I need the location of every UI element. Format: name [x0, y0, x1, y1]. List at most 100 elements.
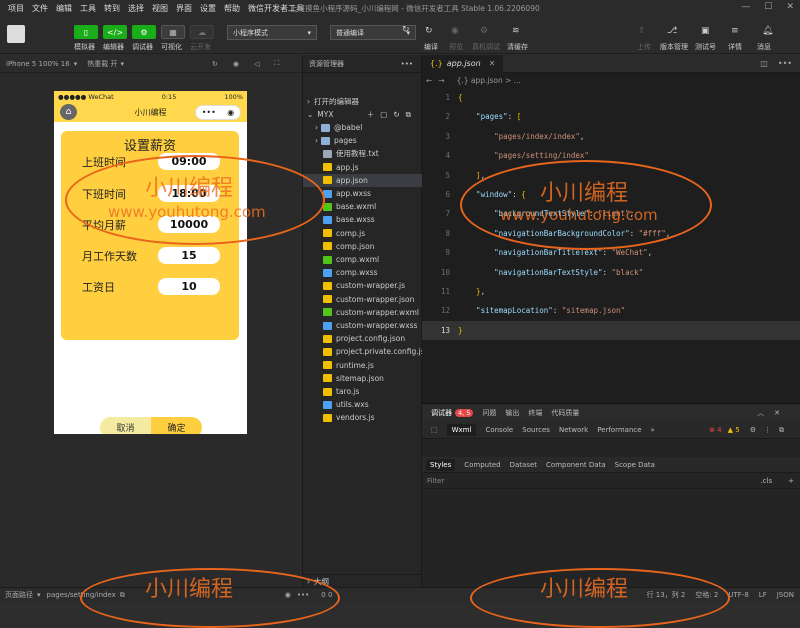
- panel-tab-network[interactable]: Network: [559, 426, 588, 434]
- menu-item[interactable]: 界面: [176, 3, 192, 14]
- inspect-icon[interactable]: ⬚: [431, 426, 438, 434]
- file-item--txt[interactable]: 使用教程.txt: [303, 147, 423, 160]
- file-item-custom-wrapper-wxml[interactable]: custom-wrapper.wxml: [303, 306, 423, 319]
- details-icon[interactable]: ≡: [731, 26, 739, 36]
- language-mode[interactable]: JSON: [777, 591, 794, 599]
- code-line[interactable]: 12 "sitemapLocation": "sitemap.json": [422, 301, 800, 320]
- breadcrumb-path[interactable]: {.} app.json > ...: [457, 76, 521, 85]
- error-count[interactable]: ⊗ 4: [709, 426, 722, 434]
- devtools-settings-icon[interactable]: ⚙⋮⧉: [750, 426, 792, 435]
- menu-item[interactable]: 视图: [152, 3, 168, 14]
- menu-item[interactable]: 帮助: [224, 3, 240, 14]
- fullscreen-icon[interactable]: ⛶: [274, 59, 279, 68]
- test-account-icon[interactable]: ▣: [701, 26, 710, 36]
- messages-label[interactable]: 消息: [757, 42, 771, 52]
- forward-icon[interactable]: →: [438, 76, 444, 85]
- compile-icon[interactable]: ↻: [425, 26, 433, 36]
- real-debug-label[interactable]: 真机调试: [472, 42, 500, 52]
- capsule-menu[interactable]: ••• ◉: [195, 105, 241, 120]
- file-item--babel[interactable]: › @babel: [303, 121, 423, 134]
- explorer-actions[interactable]: ＋▢↻⧉: [367, 109, 417, 120]
- clear-cache-label[interactable]: 清缓存: [507, 42, 528, 52]
- file-item-base-wxss[interactable]: base.wxss: [303, 213, 423, 226]
- devtools-tab[interactable]: 终端: [528, 408, 542, 418]
- volume-icon[interactable]: ◁: [254, 60, 259, 68]
- devtools-tab[interactable]: 问题: [482, 408, 496, 418]
- minimize-icon[interactable]: —: [741, 2, 750, 12]
- test-account-label[interactable]: 测试号: [695, 42, 716, 52]
- menu-item[interactable]: 设置: [200, 3, 216, 14]
- styles-subtab[interactable]: Styles: [426, 458, 456, 471]
- code-line[interactable]: 3 "pages/index/index",: [422, 127, 800, 146]
- file-item-project-private-config-js-[interactable]: project.private.config.js...: [303, 345, 423, 358]
- more-icon[interactable]: •••: [778, 59, 792, 68]
- file-item-comp-wxml[interactable]: comp.wxml: [303, 253, 423, 266]
- panel-tab-sources[interactable]: Sources: [522, 426, 550, 434]
- maximize-icon[interactable]: ☐: [764, 2, 772, 12]
- upload-icon[interactable]: ⇪: [638, 26, 646, 36]
- preview-label[interactable]: 预览: [449, 42, 463, 52]
- layers-icon[interactable]: ≋: [512, 26, 520, 36]
- preview-icon[interactable]: ◉: [451, 26, 459, 36]
- panel-tab-wxml[interactable]: Wxml: [446, 424, 477, 436]
- mode-select[interactable]: 小程序模式 ▾: [227, 25, 317, 40]
- file-item-app-js[interactable]: app.js: [303, 161, 423, 174]
- cls-toggle[interactable]: .cls: [760, 477, 772, 485]
- debugger-button[interactable]: ⚙: [132, 25, 156, 39]
- file-item-utils-wxs[interactable]: utils.wxs: [303, 398, 423, 411]
- menu-item[interactable]: 转到: [104, 3, 120, 14]
- close-miniprogram-icon[interactable]: ◉: [227, 108, 234, 117]
- refresh-icon[interactable]: ↻: [402, 25, 410, 35]
- styles-subtab[interactable]: Scope Data: [615, 461, 655, 469]
- back-icon[interactable]: ←: [426, 76, 432, 85]
- open-editors-section[interactable]: › 打开的编辑器: [303, 95, 423, 108]
- cloud-button[interactable]: ☁: [190, 25, 214, 39]
- encoding[interactable]: UTF-8: [728, 591, 748, 599]
- file-item-custom-wrapper-json[interactable]: custom-wrapper.json: [303, 293, 423, 306]
- split-icon[interactable]: ◫: [760, 59, 768, 68]
- hot-reload-select[interactable]: 热重载 开: [87, 59, 117, 69]
- menu-item[interactable]: 工具: [80, 3, 96, 14]
- bell-icon[interactable]: 🔔︎: [762, 26, 773, 36]
- avatar[interactable]: [7, 25, 25, 43]
- file-item-app-json[interactable]: app.json: [303, 173, 423, 187]
- file-item-custom-wrapper-wxss[interactable]: custom-wrapper.wxss: [303, 319, 423, 332]
- confirm-button[interactable]: 确定: [151, 417, 202, 434]
- editor-button[interactable]: </>: [103, 25, 127, 39]
- menu-item[interactable]: 选择: [128, 3, 144, 14]
- file-item-comp-js[interactable]: comp.js: [303, 227, 423, 240]
- devtools-tab[interactable]: 输出: [505, 408, 519, 418]
- tab-app-json[interactable]: {.} app.json ✕: [422, 54, 504, 73]
- project-root[interactable]: ⌄ MYX ＋▢↻⧉: [303, 108, 423, 121]
- styles-subtab[interactable]: Component Data: [546, 461, 606, 469]
- file-item-vendors-js[interactable]: vendors.js: [303, 411, 423, 424]
- upload-label[interactable]: 上传: [637, 42, 651, 52]
- record-icon[interactable]: ◉: [233, 60, 239, 68]
- workdays-input[interactable]: 15: [158, 247, 220, 264]
- panel-controls[interactable]: ︿✕: [757, 408, 790, 418]
- styles-subtab[interactable]: Computed: [464, 461, 500, 469]
- panel-tab-console[interactable]: Console: [485, 426, 513, 434]
- more-icon[interactable]: •••: [202, 108, 216, 117]
- line-ending[interactable]: LF: [759, 591, 767, 599]
- rotate-icon[interactable]: ↻: [212, 60, 218, 68]
- visual-button[interactable]: ▦: [161, 25, 185, 39]
- code-line[interactable]: 2 "pages": [: [422, 107, 800, 126]
- devtools-tab[interactable]: 代码质量: [551, 408, 579, 418]
- device-select[interactable]: iPhone 5 100% 16: [6, 60, 70, 68]
- code-line[interactable]: 10 "navigationBarTextStyle": "black": [422, 263, 800, 282]
- simulator-button[interactable]: ▯: [74, 25, 98, 39]
- code-line[interactable]: 1{: [422, 88, 800, 107]
- cancel-button[interactable]: 取消: [100, 417, 151, 434]
- file-item-taro-js[interactable]: taro.js: [303, 385, 423, 398]
- menu-item[interactable]: 文件: [32, 3, 48, 14]
- file-item-sitemap-json[interactable]: sitemap.json: [303, 372, 423, 385]
- panel-tab-performance[interactable]: Performance: [597, 426, 641, 434]
- filter-input[interactable]: Filter: [427, 477, 444, 485]
- compile-label[interactable]: 编译: [424, 42, 438, 52]
- more-icon[interactable]: •••: [401, 60, 413, 68]
- add-rule-icon[interactable]: +: [788, 477, 794, 485]
- code-line[interactable]: 13}: [422, 320, 800, 340]
- file-item-custom-wrapper-js[interactable]: custom-wrapper.js: [303, 279, 423, 292]
- file-item-project-config-json[interactable]: project.config.json: [303, 332, 423, 345]
